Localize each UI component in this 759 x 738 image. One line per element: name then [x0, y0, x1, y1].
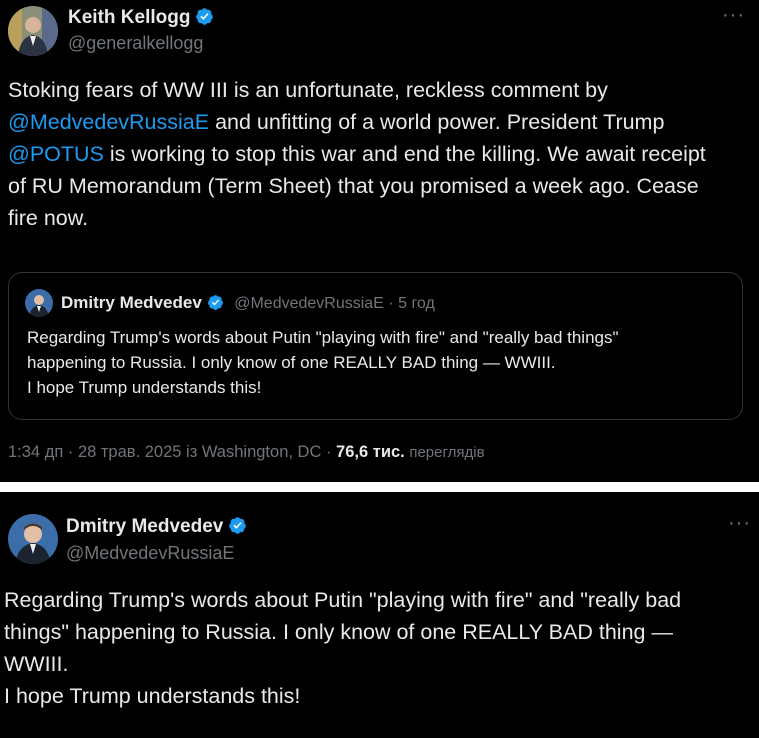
tweet-medvedev: Dmitry Medvedev @MedvedevRussiaE ··· Reg…: [0, 492, 759, 738]
views-label: переглядів: [409, 444, 485, 461]
tweet-line: Regarding Trump's words about Putin "pla…: [4, 588, 682, 612]
author-handle[interactable]: @generalkellogg: [68, 33, 203, 54]
tweet-metadata: 1:34 дп · 28 трав. 2025 із Washington, D…: [8, 443, 485, 461]
quote-author-name[interactable]: Dmitry Medvedev: [61, 293, 202, 312]
tweet-line: fire now.: [8, 206, 89, 230]
tweet-line: I hope Trump understands this!: [4, 684, 301, 708]
tweet-text: Stoking fears of WW III is an unfortunat…: [8, 74, 706, 234]
tweet-text: Regarding Trump's words about Putin "pla…: [4, 584, 681, 712]
tweet-line: @POTUS is working to stop this war and e…: [8, 142, 706, 166]
quote-time[interactable]: 5 год: [398, 295, 435, 312]
author-name[interactable]: Dmitry Medvedev: [66, 516, 247, 538]
quoted-tweet[interactable]: Dmitry Medvedev @MedvedevRussiaE · 5 год…: [8, 272, 743, 420]
author-name[interactable]: Keith Kellogg: [68, 7, 214, 29]
quote-text: Regarding Trump's words about Putin "pla…: [27, 325, 619, 400]
tweet-kellogg: Keith Kellogg @generalkellogg ··· Stokin…: [0, 0, 759, 482]
tweet-date[interactable]: 28 трав. 2025: [78, 443, 182, 461]
views-count: 76,6 тис.: [336, 443, 405, 461]
tweet-line: WWIII.: [4, 652, 69, 676]
quote-line: Regarding Trump's words about Putin "pla…: [27, 328, 619, 347]
mention-link[interactable]: @MedvedevRussiaE: [8, 110, 209, 134]
author-handle[interactable]: @MedvedevRussiaE: [66, 543, 234, 564]
tweet-line: Stoking fears of WW III is an unfortunat…: [8, 78, 608, 102]
more-options-icon[interactable]: ···: [722, 4, 745, 27]
quote-line: happening to Russia. I only know of one …: [27, 353, 556, 372]
quote-line: I hope Trump understands this!: [27, 378, 262, 397]
tweet-line: things" happening to Russia. I only know…: [4, 620, 673, 644]
screenshot-divider: [0, 482, 759, 492]
verified-badge-icon: [207, 295, 223, 310]
avatar[interactable]: [8, 514, 58, 564]
verified-badge-icon: [229, 517, 247, 534]
quote-separator: ·: [383, 295, 399, 312]
mention-link[interactable]: @POTUS: [8, 142, 104, 166]
verified-badge-icon: [196, 8, 214, 25]
tweet-line: of RU Memorandum (Term Sheet) that you p…: [8, 174, 699, 198]
quote-header: Dmitry Medvedev @MedvedevRussiaE · 5 год: [61, 293, 435, 313]
avatar[interactable]: [8, 6, 58, 56]
more-options-icon[interactable]: ···: [728, 512, 751, 535]
quote-avatar[interactable]: [25, 289, 53, 317]
tweet-location: із Washington, DC: [186, 443, 322, 461]
quote-handle[interactable]: @MedvedevRussiaE: [234, 295, 384, 312]
tweet-line: @MedvedevRussiaE and unfitting of a worl…: [8, 110, 665, 134]
tweet-time[interactable]: 1:34 дп: [8, 443, 63, 461]
